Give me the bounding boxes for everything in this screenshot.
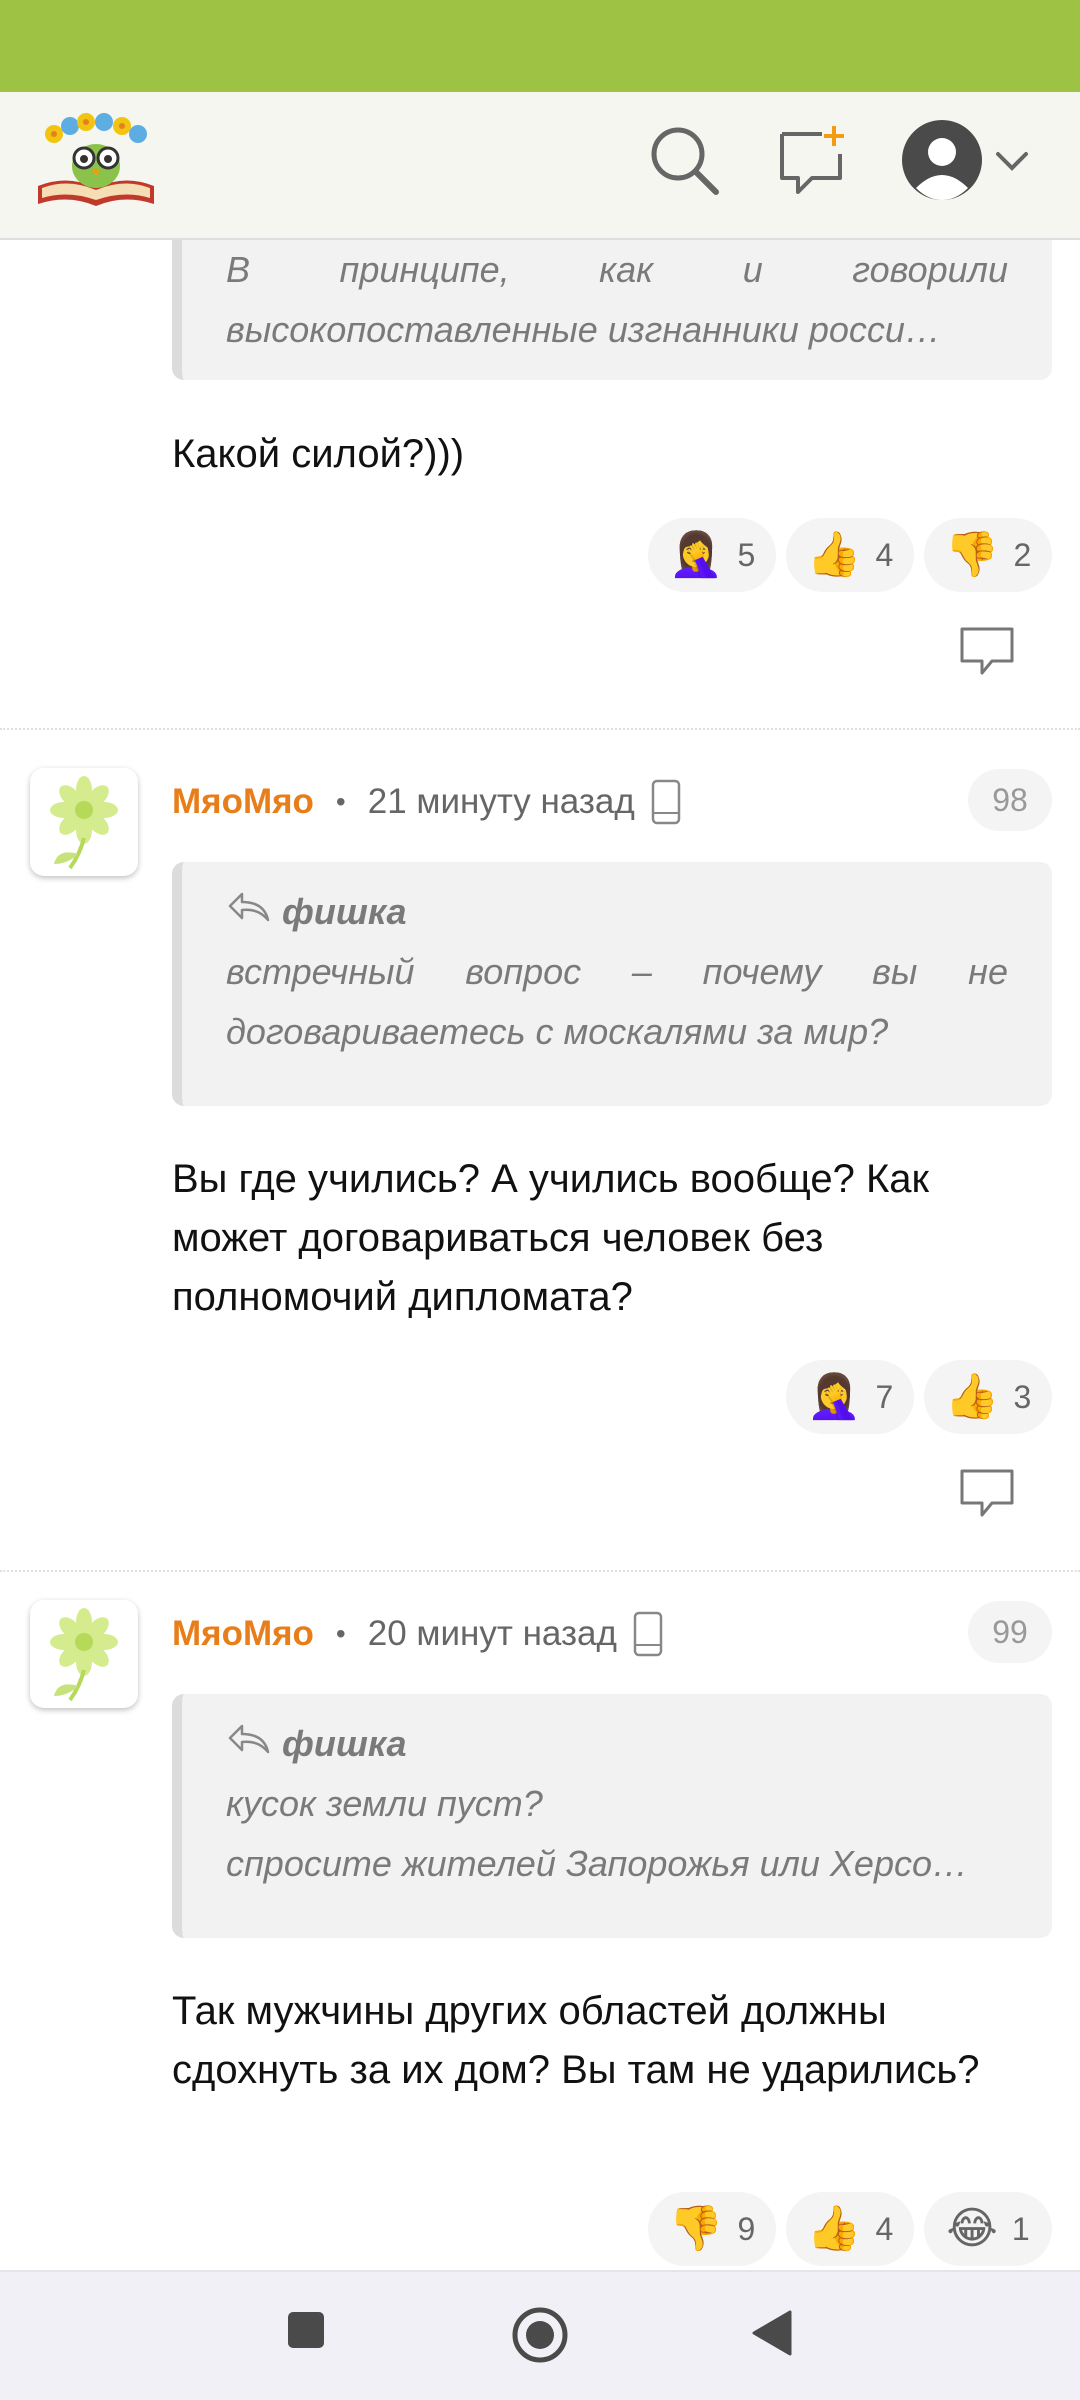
thumbs-down-icon: 👎 <box>944 530 1000 579</box>
thumbs-down-icon: 👎 <box>668 2204 724 2253</box>
quote-line: высокопоставленные изгнанники росси… <box>226 309 941 350</box>
reaction-count: 2 <box>1013 536 1032 573</box>
reaction-laughing[interactable]: 😂 1 <box>924 2192 1052 2266</box>
quote-line: встречный вопрос – почему вы не <box>226 951 1008 992</box>
reaction-facepalm[interactable]: 🤦‍♀️ 7 <box>786 1360 914 1434</box>
owl-book-logo-icon[interactable] <box>34 108 158 208</box>
status-bar <box>0 0 1080 92</box>
comment-text: Вы где учились? А учились вообще? Как мо… <box>172 1157 930 1319</box>
reaction-count: 4 <box>875 536 894 573</box>
quote-line: спросите жителей Запорожья или Херсо… <box>226 1843 968 1884</box>
quote-author: фишка <box>226 882 1008 942</box>
reaction-facepalm[interactable]: 🤦‍♀️ 5 <box>648 518 776 592</box>
flower-icon <box>50 776 118 870</box>
laughing-icon: 😂 <box>946 2204 998 2253</box>
triangle-back-icon[interactable] <box>752 2310 792 2356</box>
quote-line: В принципе, как и говорили <box>226 249 1008 290</box>
reaction-count: 3 <box>1013 1378 1032 1415</box>
reactions: 👎 9 👍 4 😂 1 <box>648 2192 1052 2266</box>
quoted-text: фишка встречный вопрос – почему вы не до… <box>172 862 1052 1106</box>
separator-dot: • <box>335 786 346 817</box>
thumbs-up-icon: 👍 <box>806 2204 862 2253</box>
quote-author: фишка <box>226 1714 1008 1774</box>
comment-time: 21 минуту назад <box>367 782 635 821</box>
reaction-thumbs-up[interactable]: 👍 4 <box>786 518 914 592</box>
reply-icon[interactable] <box>958 625 1016 677</box>
reaction-thumbs-down[interactable]: 👎 2 <box>924 518 1052 592</box>
comment-number[interactable]: 99 <box>968 1601 1052 1663</box>
reaction-count: 5 <box>737 536 756 573</box>
comment-time: 20 минут назад <box>367 1614 617 1653</box>
quote-author-name: фишка <box>282 891 407 932</box>
chevron-down-icon <box>996 152 1028 171</box>
comment-meta: МяоМяо • 20 минут назад <box>172 1604 663 1664</box>
facepalm-icon: 🤦‍♀️ <box>668 530 724 579</box>
separator-dot: • <box>335 1618 346 1649</box>
avatar[interactable] <box>30 1600 138 1708</box>
reaction-count: 7 <box>875 1378 894 1415</box>
comment-divider <box>0 1570 1080 1572</box>
facepalm-icon: 🤦‍♀️ <box>806 1372 862 1421</box>
new-message-icon[interactable] <box>778 124 850 196</box>
reply-arrow-icon <box>228 1724 270 1754</box>
quoted-text: В принципе, как и говорили высокопоставл… <box>172 240 1052 380</box>
comment-text: Так мужчины других областей должны сдохн… <box>172 1989 980 2092</box>
user-avatar-icon <box>902 120 982 200</box>
reaction-thumbs-down[interactable]: 👎 9 <box>648 2192 776 2266</box>
reactions: 🤦‍♀️ 7 👍 3 <box>786 1360 1052 1434</box>
flower-icon <box>50 1608 118 1702</box>
thumbs-up-icon: 👍 <box>944 1372 1000 1421</box>
reaction-count: 1 <box>1011 2210 1030 2247</box>
quote-line: договариваетесь с москалями за мир? <box>226 1011 889 1052</box>
circle-home-icon[interactable] <box>511 2306 569 2364</box>
quote-author-name: фишка <box>282 1723 407 1764</box>
comment-meta: МяоМяо • 21 минуту назад <box>172 772 681 832</box>
author-name[interactable]: МяоМяо <box>172 1614 314 1654</box>
reactions: 🤦‍♀️ 5 👍 4 👎 2 <box>648 518 1052 592</box>
reply-icon[interactable] <box>958 1467 1016 1519</box>
search-icon[interactable] <box>648 124 720 196</box>
mobile-device-icon <box>633 1611 663 1657</box>
avatar[interactable] <box>30 768 138 876</box>
author-name[interactable]: МяоМяо <box>172 782 314 822</box>
quote-line: кусок земли пуст? <box>226 1783 543 1824</box>
reaction-thumbs-up[interactable]: 👍 3 <box>924 1360 1052 1434</box>
mobile-device-icon <box>651 779 681 825</box>
reaction-count: 9 <box>737 2210 756 2247</box>
comment-text: Какой силой?))) <box>172 432 465 476</box>
system-nav-bar <box>0 2270 1080 2400</box>
comment-number[interactable]: 98 <box>968 769 1052 831</box>
reply-arrow-icon <box>228 892 270 922</box>
square-recents-icon[interactable] <box>286 2310 326 2350</box>
quoted-text: фишка кусок земли пуст? спросите жителей… <box>172 1694 1052 1938</box>
comments-feed[interactable]: В принципе, как и говорили высокопоставл… <box>0 240 1080 2270</box>
reaction-count: 4 <box>875 2210 894 2247</box>
reaction-thumbs-up[interactable]: 👍 4 <box>786 2192 914 2266</box>
profile-menu[interactable] <box>900 118 1050 208</box>
thumbs-up-icon: 👍 <box>806 530 862 579</box>
comment-divider <box>0 728 1080 730</box>
